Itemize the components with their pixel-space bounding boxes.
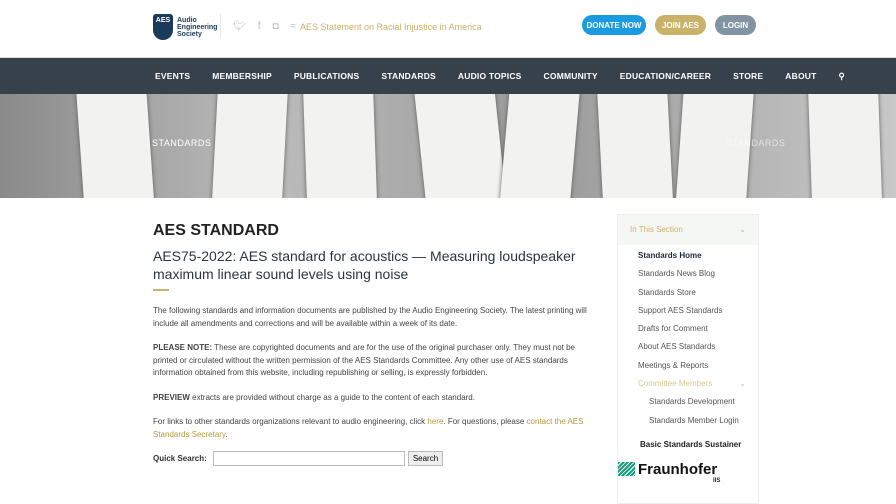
- nav-community[interactable]: COMMUNITY: [544, 71, 598, 81]
- logo-text: Engineering: [177, 23, 218, 31]
- sidebar-subitem-member-login[interactable]: Standards Member Login: [618, 412, 758, 430]
- note-body: These are copyrighted documents and are …: [153, 343, 576, 377]
- note-text: PLEASE NOTE: These are copyrighted docum…: [153, 342, 593, 380]
- nav-about[interactable]: ABOUT: [785, 71, 816, 81]
- quick-search-label: Quick Search:: [153, 454, 207, 463]
- fraunhofer-mark-icon: [618, 462, 635, 477]
- aes-shield-icon: AES: [153, 14, 173, 40]
- divider: [153, 289, 169, 291]
- preview-label: PREVIEW: [153, 392, 190, 402]
- chevron-down-icon: ⌄: [739, 225, 746, 234]
- login-button[interactable]: LOGIN: [715, 15, 756, 35]
- donate-button[interactable]: DONATE NOW: [582, 15, 646, 35]
- sidebar: In This Section ⌄ Standards Home Standard…: [617, 214, 759, 504]
- quick-search-input[interactable]: [212, 451, 405, 466]
- top-header: AES Audio Engineering Society 🐦︎ f ◘ ≈ AES St…: [0, 0, 896, 58]
- divider: [220, 14, 221, 38]
- text: . For questions, please: [443, 417, 527, 426]
- main-content: AES STANDARD AES75-2022: AES standard fo…: [153, 222, 593, 466]
- section-header[interactable]: In This Section ⌄: [618, 215, 758, 245]
- nav-education[interactable]: EDUCATION/CAREER: [620, 71, 711, 81]
- banner-image: STANDARDS STANDARDS: [0, 94, 896, 198]
- sidebar-subitem-development[interactable]: Standards Development: [618, 393, 758, 411]
- chevron-down-icon: ⌄: [739, 379, 746, 389]
- fraunhofer-logo[interactable]: Fraunhofer: [618, 461, 758, 478]
- sidebar-item-committee[interactable]: Committee Members ⌄: [618, 375, 758, 393]
- sidebar-item-standards-home[interactable]: Standards Home: [618, 247, 758, 265]
- nav-audio-topics[interactable]: AUDIO TOPICS: [458, 71, 522, 81]
- preview-text: PREVIEW extracts are provided without ch…: [153, 392, 593, 405]
- logo-text: Society: [177, 30, 202, 38]
- banner-label: STANDARDS: [152, 138, 212, 148]
- rss-icon[interactable]: ≈: [291, 21, 297, 32]
- sidebar-item-drafts[interactable]: Drafts for Comment: [618, 320, 758, 338]
- nav-events[interactable]: EVENTS: [155, 71, 190, 81]
- aes-logo[interactable]: AES Audio Engineering Society: [153, 14, 217, 40]
- statement-link[interactable]: AES Statement on Racial Injustice in Ame…: [300, 22, 482, 32]
- note-label: PLEASE NOTE:: [153, 343, 213, 352]
- sidebar-item-support[interactable]: Support AES Standards: [618, 302, 758, 320]
- facebook-icon[interactable]: f: [258, 21, 261, 32]
- standard-title: AES75-2022: AES standard for acoustics —…: [153, 248, 576, 282]
- preview-body: extracts are provided without charge as …: [189, 392, 475, 402]
- search-icon[interactable]: ⚲: [839, 71, 845, 82]
- sidebar-item-store[interactable]: Standards Store: [618, 284, 758, 302]
- text: .: [225, 429, 228, 439]
- search-button[interactable]: Search: [407, 451, 444, 466]
- nav-publications[interactable]: PUBLICATIONS: [294, 71, 360, 81]
- sustainer-heading: Basic Standards Sustainer: [640, 439, 742, 449]
- nav-store[interactable]: STORE: [733, 71, 763, 81]
- page-title: AES STANDARD: [153, 222, 279, 239]
- banner-label: STANDARDS: [726, 138, 786, 148]
- instagram-icon[interactable]: ◘: [272, 21, 278, 32]
- text: For links to other standards organizatio…: [153, 417, 428, 426]
- nav-standards[interactable]: STANDARDS: [381, 71, 436, 81]
- sponsor-name: Fraunhofer: [638, 460, 718, 478]
- main-nav: EVENTS MEMBERSHIP PUBLICATIONS STANDARDS…: [0, 58, 896, 94]
- sidebar-item-about[interactable]: About AES Standards: [618, 338, 758, 356]
- logo-text: Audio: [177, 16, 197, 24]
- links-text: For links to other standards organizatio…: [153, 416, 593, 441]
- sponsor-sub: IIS: [713, 477, 721, 484]
- quick-search: Quick Search: Search: [153, 451, 593, 466]
- join-button[interactable]: JOIN AES: [655, 15, 706, 35]
- committee-label: Committee Members: [638, 379, 713, 389]
- sidebar-item-meetings[interactable]: Meetings & Reports: [618, 357, 758, 375]
- section-header-label: In This Section: [630, 225, 683, 234]
- nav-membership[interactable]: MEMBERSHIP: [212, 71, 272, 81]
- here-link[interactable]: here: [427, 417, 443, 426]
- intro-text: The following standards and information …: [153, 306, 587, 328]
- twitter-icon[interactable]: 🐦︎: [233, 21, 246, 32]
- sidebar-item-news-blog[interactable]: Standards News Blog: [618, 265, 758, 283]
